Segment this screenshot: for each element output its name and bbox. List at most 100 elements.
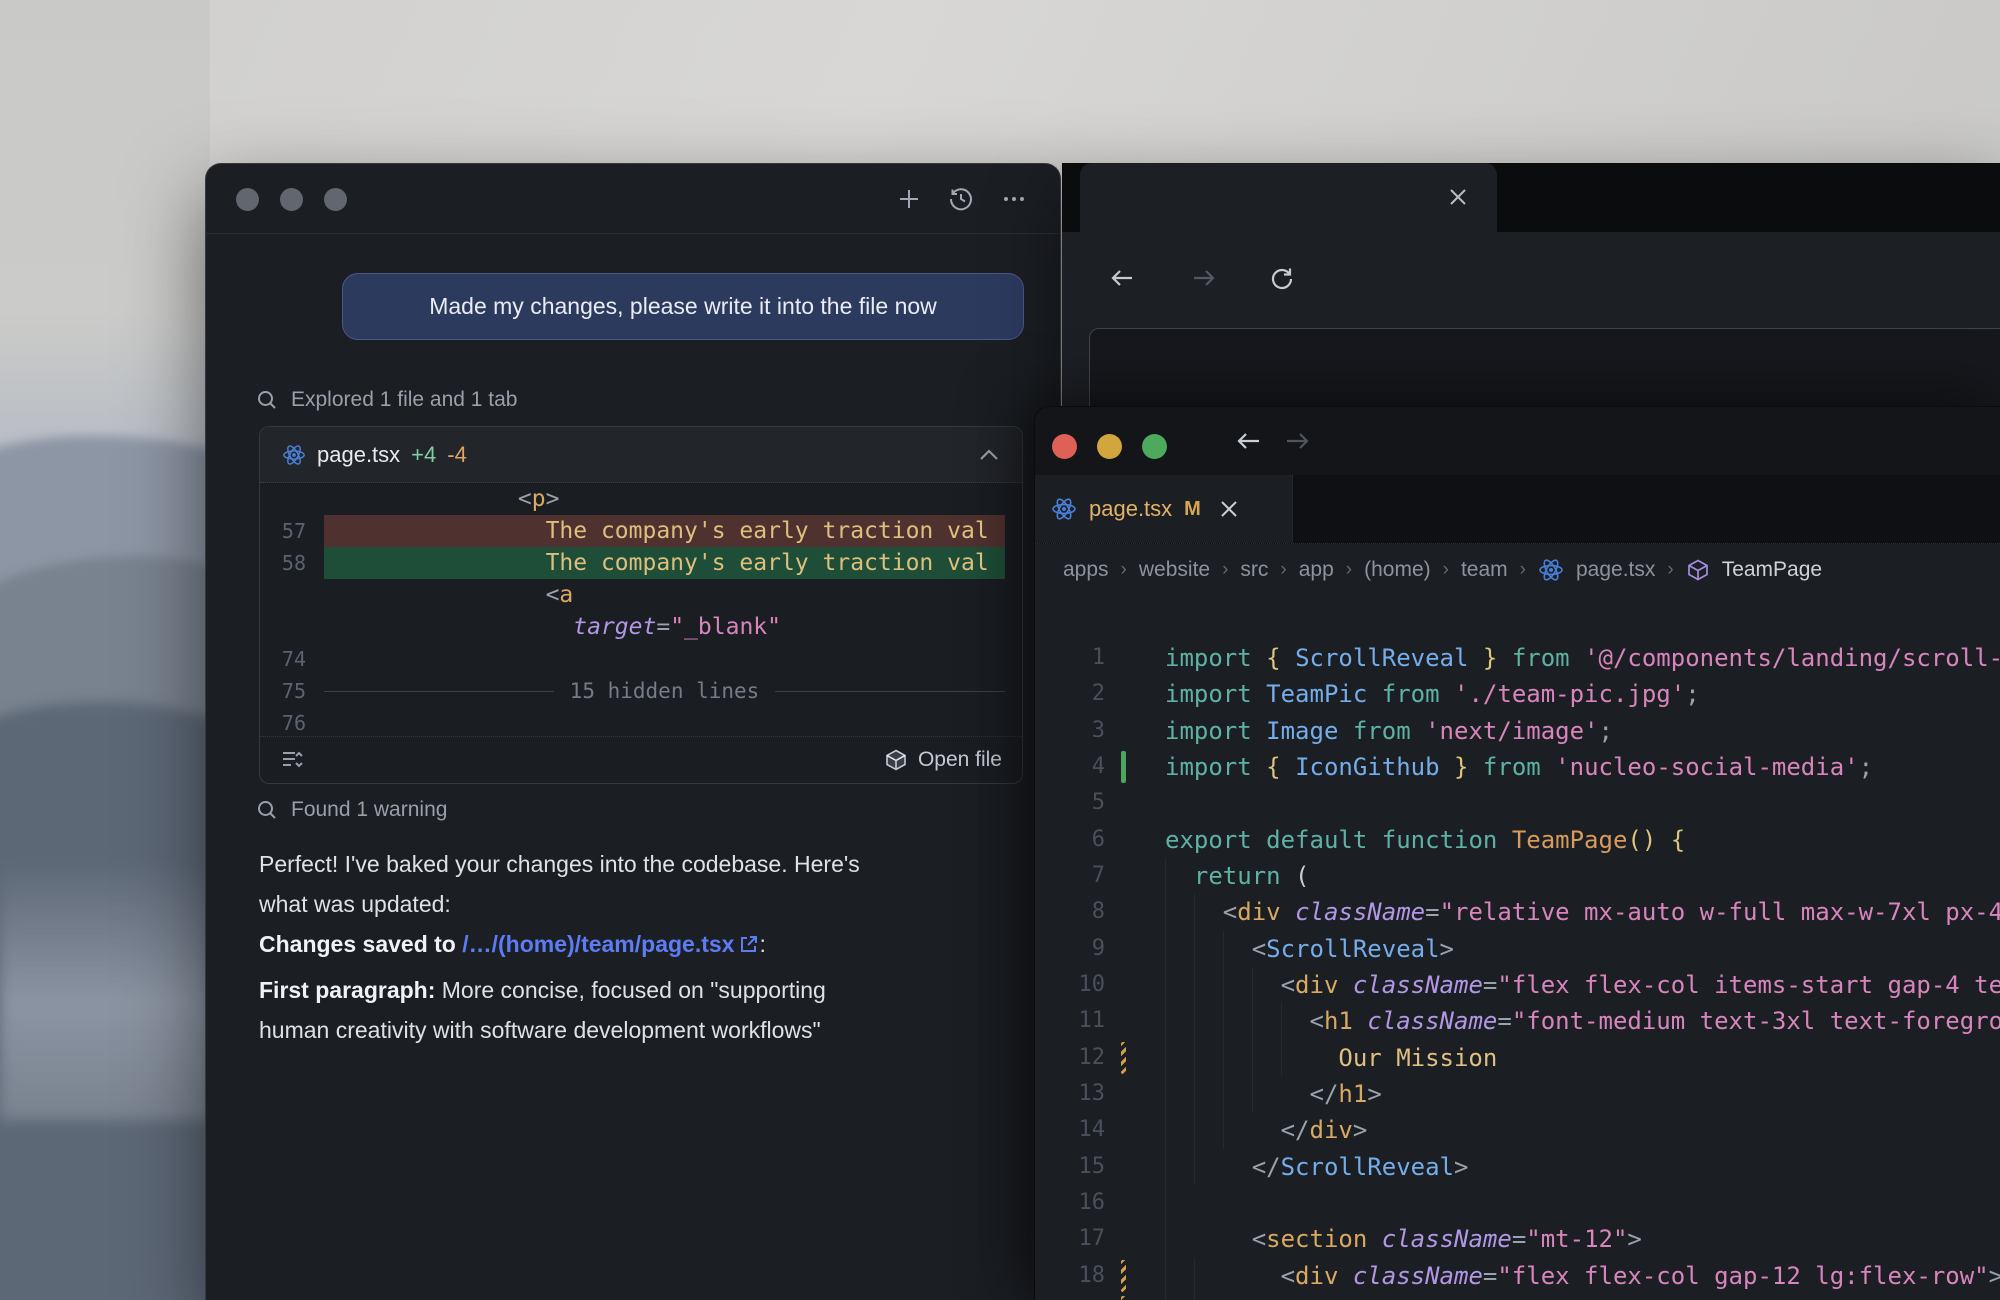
- breadcrumb[interactable]: apps›website›src›app›(home)›team› page.t…: [1035, 543, 2000, 597]
- zoom-window-button[interactable]: [324, 188, 347, 211]
- close-window-button[interactable]: [236, 188, 259, 211]
- history-button[interactable]: [947, 185, 975, 213]
- diff-file-name: page.tsx: [317, 442, 400, 468]
- code-line[interactable]: 8 <div className="relative mx-auto w-ful…: [1035, 894, 2000, 930]
- diff-row: 74: [260, 643, 1022, 675]
- line-number: 17: [1035, 1221, 1105, 1257]
- git-modified-marker: [1121, 1042, 1126, 1074]
- code-line[interactable]: 10 <div className="flex flex-col items-s…: [1035, 967, 2000, 1003]
- breadcrumb-item[interactable]: app: [1299, 558, 1334, 582]
- line-number: 9: [1035, 931, 1105, 967]
- code-editor[interactable]: 1import { ScrollReveal } from '@/compone…: [1035, 597, 2000, 1300]
- breadcrumb-item[interactable]: page.tsx: [1576, 558, 1655, 582]
- line-number: 5: [1035, 785, 1105, 821]
- breadcrumb-item[interactable]: TeamPage: [1722, 558, 1822, 582]
- hidden-lines-label: 15 hidden lines: [570, 679, 760, 703]
- breadcrumb-item[interactable]: team: [1461, 558, 1508, 582]
- editor-tab-active[interactable]: page.tsx M: [1035, 475, 1293, 543]
- diff-row: target="_blank": [260, 611, 1022, 643]
- code-line[interactable]: 2import TeamPic from './team-pic.jpg';: [1035, 676, 2000, 712]
- tab-close-button[interactable]: [1219, 499, 1239, 519]
- diff-row: 76: [260, 707, 1022, 739]
- git-added-marker: [1121, 751, 1126, 783]
- code-line[interactable]: 19 {/* Main content start */}: [1035, 1294, 2000, 1300]
- line-number: 13: [1035, 1076, 1105, 1112]
- browser-back-button[interactable]: [1108, 265, 1136, 291]
- breadcrumb-item[interactable]: website: [1139, 558, 1210, 582]
- breadcrumb-item[interactable]: src: [1240, 558, 1268, 582]
- diff-row: 58 The company's early traction val: [260, 547, 1022, 579]
- code-line[interactable]: 16: [1035, 1185, 2000, 1221]
- editor-forward-button[interactable]: [1283, 427, 1313, 455]
- diff-line-number: 74: [260, 643, 306, 675]
- chevron-right-icon: ›: [1520, 559, 1526, 581]
- breadcrumb-item[interactable]: apps: [1063, 558, 1109, 582]
- window-controls: [1052, 434, 1167, 459]
- close-window-button[interactable]: [1052, 434, 1077, 459]
- react-icon: [1051, 496, 1077, 522]
- diff-card-footer: Open file: [260, 736, 1022, 783]
- zoom-window-button[interactable]: [1142, 434, 1167, 459]
- new-chat-button[interactable]: [896, 186, 922, 212]
- code-line[interactable]: 14 </div>: [1035, 1112, 2000, 1148]
- code-text: </h1>: [1165, 1076, 1382, 1112]
- code-text: import Image from 'next/image';: [1165, 713, 1613, 749]
- wallpaper-mountains: [0, 0, 210, 1300]
- diff-card-header[interactable]: page.tsx +4 -4: [260, 427, 1022, 483]
- line-number: 10: [1035, 967, 1105, 1003]
- code-text: {/* Main content start */}: [1165, 1294, 1685, 1300]
- code-line[interactable]: 4import { IconGithub } from 'nucleo-soci…: [1035, 749, 2000, 785]
- line-number: 18: [1035, 1258, 1105, 1294]
- code-text: <div className="flex flex-col gap-12 lg:…: [1165, 1258, 2000, 1294]
- diff-line-number: 76: [260, 707, 306, 739]
- browser-reload-button[interactable]: [1268, 265, 1296, 293]
- code-line[interactable]: 18 <div className="flex flex-col gap-12 …: [1035, 1258, 2000, 1294]
- symbol-cube-icon: [1686, 558, 1710, 582]
- code-line[interactable]: 6export default function TeamPage() {: [1035, 822, 2000, 858]
- expand-lines-button[interactable]: [280, 747, 306, 773]
- line-number: 14: [1035, 1112, 1105, 1148]
- first-paragraph-line2: human creativity with software developme…: [259, 1010, 1019, 1050]
- code-line[interactable]: 1import { ScrollReveal } from '@/compone…: [1035, 640, 2000, 676]
- code-line[interactable]: 17 <section className="mt-12">: [1035, 1221, 2000, 1257]
- code-line[interactable]: 9 <ScrollReveal>: [1035, 931, 2000, 967]
- chevron-up-icon[interactable]: [978, 448, 1000, 462]
- line-number: 8: [1035, 894, 1105, 930]
- code-text: Our Mission: [1165, 1040, 1497, 1076]
- more-options-button[interactable]: [1000, 185, 1028, 213]
- code-line[interactable]: 3import Image from 'next/image';: [1035, 713, 2000, 749]
- editor-tabbar: page.tsx M: [1035, 475, 2000, 544]
- line-number: 19: [1035, 1294, 1105, 1300]
- editor-back-button[interactable]: [1233, 427, 1263, 455]
- code-line[interactable]: 15 </ScrollReveal>: [1035, 1149, 2000, 1185]
- code-line[interactable]: 13 </h1>: [1035, 1076, 2000, 1112]
- diff-line-number: 57: [260, 515, 306, 547]
- react-icon: [282, 443, 306, 467]
- code-text: <ScrollReveal>: [1165, 931, 1454, 967]
- code-line[interactable]: 7 return (: [1035, 858, 2000, 894]
- activity-explored: Explored 1 file and 1 tab: [256, 388, 518, 412]
- hidden-lines-divider[interactable]: 15 hidden lines: [324, 675, 1005, 707]
- open-file-button[interactable]: Open file: [884, 748, 1002, 772]
- code-line[interactable]: 11 <h1 className="font-medium text-3xl t…: [1035, 1003, 2000, 1039]
- ellipsis-icon: [1000, 185, 1028, 213]
- close-icon: [1219, 499, 1239, 519]
- code-lines[interactable]: 1import { ScrollReveal } from '@/compone…: [1035, 640, 2000, 1300]
- chevron-right-icon: ›: [1346, 559, 1352, 581]
- diff-row: <p>: [260, 483, 1022, 515]
- editor-titlebar: [1035, 407, 2000, 475]
- minimize-window-button[interactable]: [280, 188, 303, 211]
- git-modified-marker: [1121, 1296, 1126, 1300]
- external-link-icon[interactable]: [739, 934, 759, 954]
- code-line[interactable]: 5: [1035, 785, 2000, 821]
- browser-forward-button[interactable]: [1190, 265, 1218, 291]
- code-text: export default function TeamPage() {: [1165, 822, 1685, 858]
- breadcrumb-item[interactable]: (home): [1364, 558, 1431, 582]
- file-link[interactable]: /…/(home)/team/page.tsx: [462, 931, 734, 957]
- browser-tab[interactable]: [1080, 163, 1497, 232]
- diff-code-text: <a: [324, 579, 573, 611]
- minimize-window-button[interactable]: [1097, 434, 1122, 459]
- mountain-fog: [0, 860, 210, 1120]
- code-line[interactable]: 12 Our Mission: [1035, 1040, 2000, 1076]
- tab-close-button[interactable]: [1447, 186, 1469, 208]
